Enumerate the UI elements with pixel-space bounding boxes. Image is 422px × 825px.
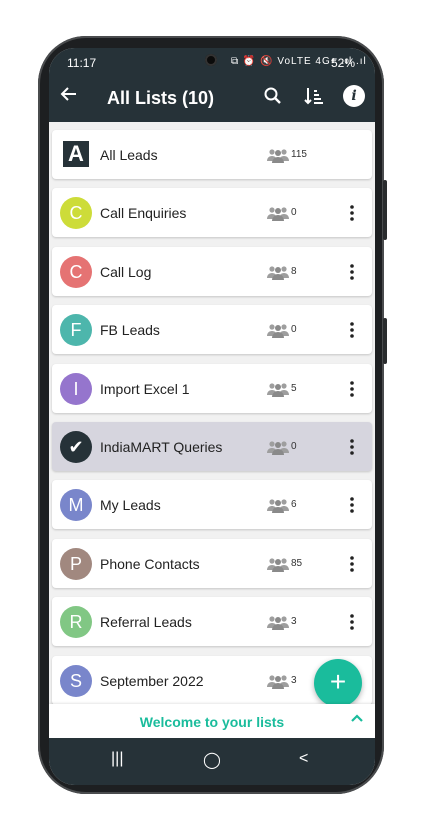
list-item[interactable]: I Import Excel 1 5 xyxy=(52,363,372,413)
people-icon xyxy=(266,556,290,572)
add-list-button[interactable]: + xyxy=(314,659,362,707)
list-name: September 2022 xyxy=(100,672,204,689)
welcome-footer[interactable]: Welcome to your lists xyxy=(49,704,375,738)
list-name: My Leads xyxy=(100,497,161,514)
lead-count: 5 xyxy=(291,382,297,394)
list-item[interactable]: R Referral Leads 3 xyxy=(52,597,372,647)
app-screen: 11:17 ⧉ ⏰ 🔇 VoLTE 4G+ .ıl .ıl 52% All Li… xyxy=(49,48,375,785)
sort-icon[interactable] xyxy=(299,82,327,110)
list-item[interactable]: C Call Log 8 xyxy=(52,246,372,296)
people-icon xyxy=(266,673,290,689)
list-name: Phone Contacts xyxy=(100,555,200,572)
lead-count: 3 xyxy=(291,674,297,686)
lead-count: 0 xyxy=(291,207,297,219)
people-icon xyxy=(266,614,290,631)
list-avatar: A xyxy=(61,139,91,169)
front-camera xyxy=(205,54,217,66)
list-item[interactable]: A All Leads 115 xyxy=(52,130,372,179)
nav-back-button[interactable]: < xyxy=(299,750,308,768)
battery-level: 52% xyxy=(330,56,355,70)
list-name: Call Log xyxy=(100,263,152,280)
chevron-up-icon[interactable] xyxy=(349,710,365,731)
recent-apps-button[interactable]: ||| xyxy=(111,750,123,768)
list-avatar: R xyxy=(60,606,92,639)
list-item[interactable]: M My Leads 6 xyxy=(52,480,372,530)
list-name: FB Leads xyxy=(100,322,160,339)
more-vert-icon[interactable] xyxy=(348,554,356,574)
list-avatar: S xyxy=(60,664,92,697)
more-vert-icon[interactable] xyxy=(348,379,356,399)
more-vert-icon[interactable] xyxy=(348,203,356,223)
status-time: 11:17 xyxy=(67,56,97,70)
lead-count: 0 xyxy=(291,441,297,452)
status-bar: 11:17 ⧉ ⏰ 🔇 VoLTE 4G+ .ıl .ıl 52% xyxy=(49,48,375,76)
volume-button xyxy=(383,180,387,240)
people-icon xyxy=(266,322,290,339)
list-item[interactable]: C Call Enquiries 0 xyxy=(52,188,372,238)
people-icon xyxy=(266,381,290,397)
arrow-left-icon[interactable] xyxy=(59,84,79,110)
people-icon xyxy=(266,497,290,514)
more-vert-icon[interactable] xyxy=(348,437,356,457)
search-icon[interactable] xyxy=(259,82,287,110)
lead-count: 115 xyxy=(291,149,307,160)
lead-count: 8 xyxy=(291,265,297,277)
people-icon xyxy=(266,439,290,455)
more-vert-icon[interactable] xyxy=(348,612,356,632)
list-name: IndiaMART Queries xyxy=(100,439,223,455)
welcome-text: Welcome to your lists xyxy=(139,714,285,730)
info-icon[interactable]: i xyxy=(343,85,365,107)
system-nav-bar: ||| ◯ < xyxy=(49,738,375,785)
app-bar: All Lists (10) i xyxy=(49,76,375,122)
list-avatar: F xyxy=(60,314,92,347)
list-avatar: C xyxy=(60,255,92,288)
people-icon xyxy=(266,205,290,222)
list-name: Call Enquiries xyxy=(100,205,187,222)
lead-count: 6 xyxy=(291,499,297,511)
list-avatar: P xyxy=(60,547,92,580)
list-avatar: ✔ xyxy=(60,431,92,463)
list-avatar: C xyxy=(60,197,92,230)
list-item[interactable]: ✔ IndiaMART Queries 0 xyxy=(52,422,372,471)
list-name: Import Excel 1 xyxy=(100,380,190,397)
list-avatar: M xyxy=(60,489,92,522)
page-title: All Lists (10) xyxy=(107,88,215,108)
people-icon xyxy=(266,147,290,163)
list-avatar: I xyxy=(60,372,92,405)
home-button[interactable]: ◯ xyxy=(203,750,221,770)
lead-count: 3 xyxy=(291,616,297,628)
lead-count: 0 xyxy=(291,324,297,336)
list-name: All Leads xyxy=(100,147,158,163)
list-name: Referral Leads xyxy=(100,614,192,631)
people-icon xyxy=(266,264,290,280)
more-vert-icon[interactable] xyxy=(348,262,356,282)
list-item[interactable]: F FB Leads 0 xyxy=(52,305,372,355)
lead-count: 85 xyxy=(291,557,303,569)
more-vert-icon[interactable] xyxy=(348,320,356,340)
list-item[interactable]: P Phone Contacts 85 xyxy=(52,538,372,588)
power-button xyxy=(383,318,387,364)
more-vert-icon[interactable] xyxy=(348,495,356,515)
